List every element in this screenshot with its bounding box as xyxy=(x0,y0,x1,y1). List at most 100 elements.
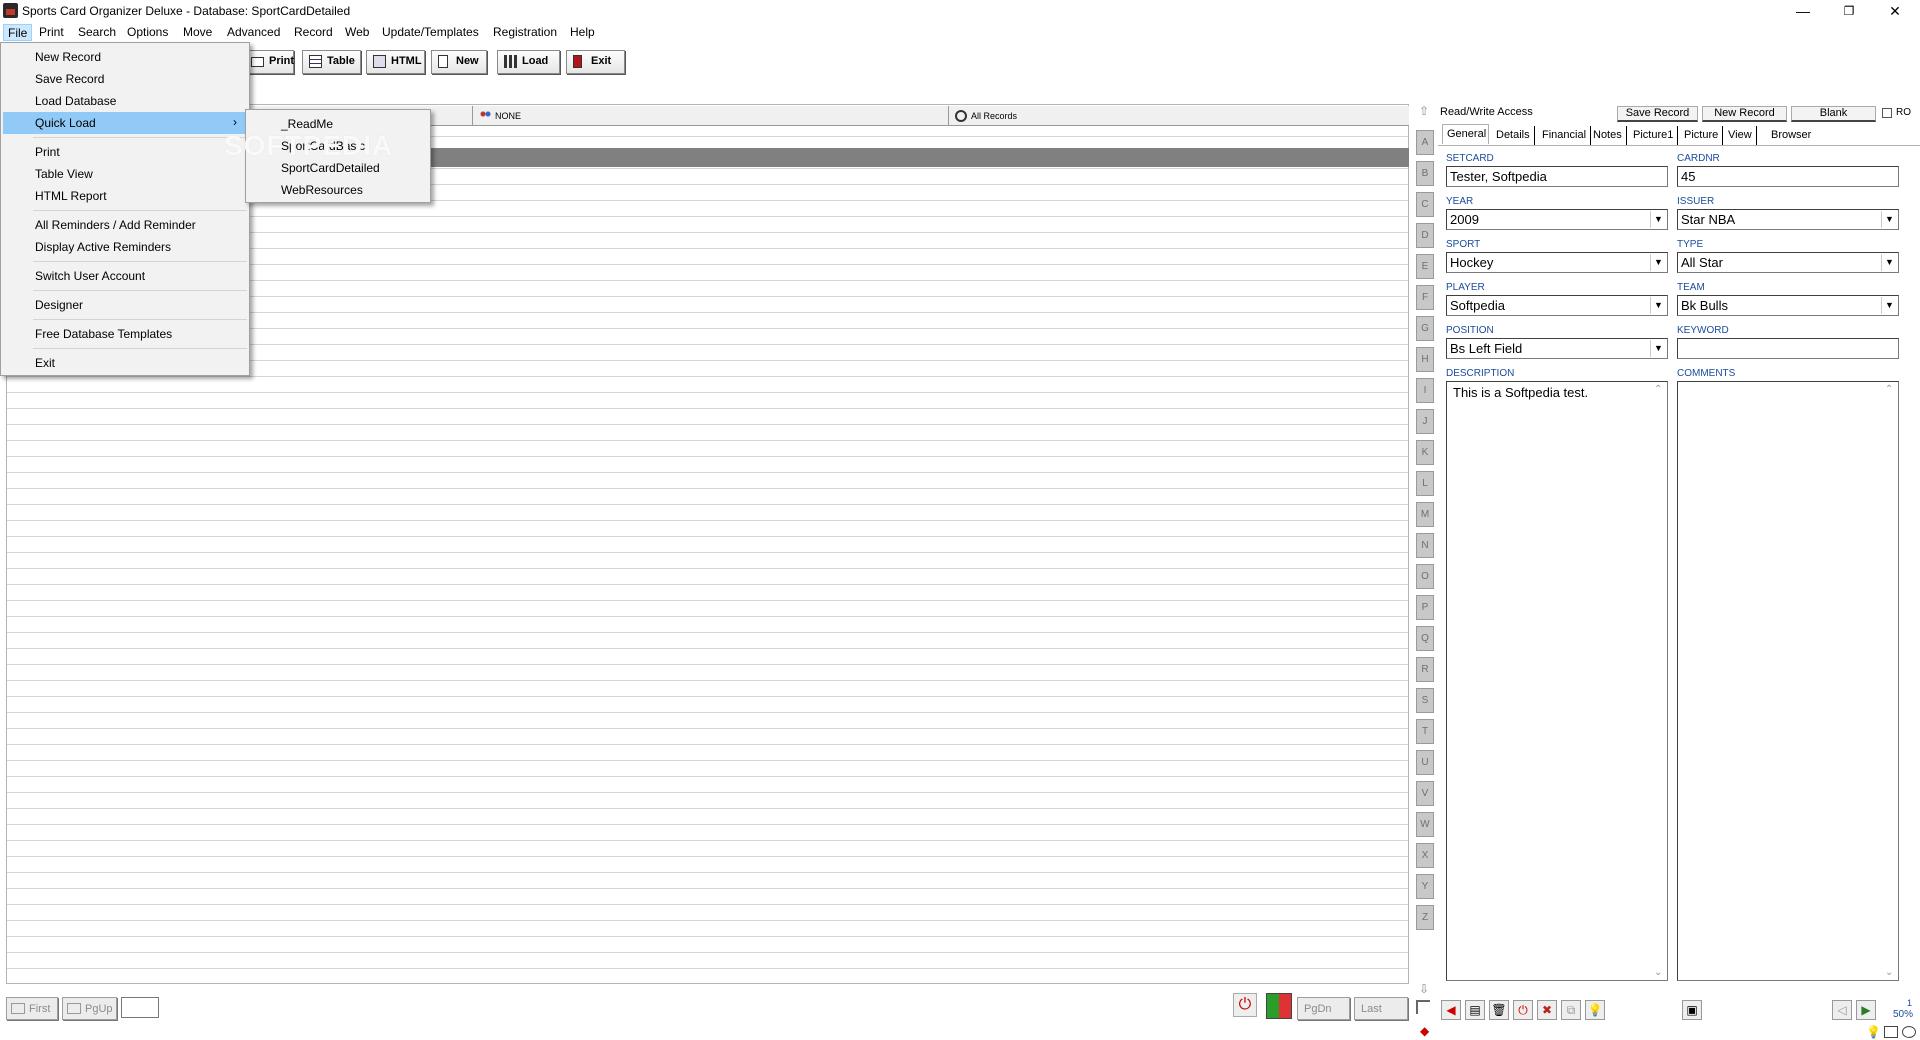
back-arrow-icon[interactable]: ◀ xyxy=(1441,1000,1461,1020)
issuer-dropdown[interactable]: Star NBA ▼ xyxy=(1677,209,1899,230)
alpha-button-h[interactable]: H xyxy=(1416,347,1434,372)
camera-icon[interactable]: ▶ xyxy=(1856,1000,1876,1020)
quick-load-webresources[interactable]: WebResources xyxy=(248,179,428,201)
keyword-field[interactable] xyxy=(1677,338,1899,359)
menu-html-report[interactable]: HTML Report xyxy=(3,185,247,207)
menu-designer[interactable]: Designer xyxy=(3,294,247,316)
alpha-button-b[interactable]: B xyxy=(1416,161,1434,186)
menu-free-templates[interactable]: Free Database Templates xyxy=(3,323,247,345)
tab-picture[interactable]: Picture xyxy=(1680,126,1724,146)
color-grid-icon[interactable] xyxy=(1266,993,1292,1019)
position-dropdown[interactable]: Bs Left Field ▼ xyxy=(1446,338,1668,359)
menu-web[interactable]: Web xyxy=(341,24,373,41)
close-button[interactable]: ✕ xyxy=(1872,0,1918,22)
player-dropdown[interactable]: Softpedia ▼ xyxy=(1446,295,1668,316)
new-button[interactable]: New xyxy=(431,50,487,74)
alpha-button-d[interactable]: D xyxy=(1416,223,1434,248)
menu-all-reminders[interactable]: All Reminders / Add Reminder xyxy=(3,214,247,236)
alpha-button-f[interactable]: F xyxy=(1416,285,1434,310)
sport-dropdown[interactable]: Hockey ▼ xyxy=(1446,252,1668,273)
tab-browser[interactable]: Browser xyxy=(1767,126,1815,146)
minimize-button[interactable]: — xyxy=(1780,0,1826,22)
image-export-icon[interactable]: ▣ xyxy=(1682,1000,1702,1020)
menu-file[interactable]: File xyxy=(3,24,33,41)
alpha-button-x[interactable]: X xyxy=(1416,843,1434,868)
filter-all-cell[interactable]: All Records xyxy=(948,106,1409,126)
alpha-button-c[interactable]: C xyxy=(1416,192,1434,217)
year-dropdown[interactable]: 2009 ▼ xyxy=(1446,209,1668,230)
alpha-button-a[interactable]: A xyxy=(1416,130,1434,155)
blank-button[interactable]: Blank xyxy=(1791,106,1876,122)
alpha-button-q[interactable]: Q xyxy=(1416,626,1434,651)
alpha-button-n[interactable]: N xyxy=(1416,533,1434,558)
description-textarea[interactable]: This is a Softpedia test. ⌃ ⌄ xyxy=(1446,381,1668,981)
new-record-button[interactable]: New Record xyxy=(1702,106,1787,122)
chevron-down-icon[interactable]: ▼ xyxy=(1881,297,1897,314)
exit-button[interactable]: Exit xyxy=(566,50,625,74)
tab-picture1[interactable]: Picture1 xyxy=(1629,126,1679,146)
type-dropdown[interactable]: All Star ▼ xyxy=(1677,252,1899,273)
trash-icon[interactable]: 🗑 xyxy=(1489,1000,1509,1020)
menu-update-templates[interactable]: Update/Templates xyxy=(378,24,483,41)
alpha-button-o[interactable]: O xyxy=(1416,564,1434,589)
save-record-button[interactable]: Save Record xyxy=(1617,106,1698,122)
copy-record-icon[interactable]: ⧉ xyxy=(1561,1000,1581,1020)
tab-view[interactable]: View xyxy=(1724,126,1757,146)
alpha-button-g[interactable]: G xyxy=(1416,316,1434,341)
alpha-button-l[interactable]: L xyxy=(1416,471,1434,496)
alpha-button-j[interactable]: J xyxy=(1416,409,1434,434)
first-button[interactable]: First xyxy=(6,997,58,1020)
page-number-input[interactable] xyxy=(121,997,159,1018)
chevron-down-icon[interactable]: ▼ xyxy=(1881,254,1897,271)
menu-table-view[interactable]: Table View xyxy=(3,163,247,185)
menu-options[interactable]: Options xyxy=(123,24,172,41)
print-record-icon[interactable]: ▤ xyxy=(1465,1000,1485,1020)
menu-search[interactable]: Search xyxy=(74,24,120,41)
chevron-down-icon[interactable]: ▼ xyxy=(1650,297,1666,314)
menu-advanced[interactable]: Advanced xyxy=(223,24,284,41)
alpha-button-u[interactable]: U xyxy=(1416,750,1434,775)
alpha-button-m[interactable]: M xyxy=(1416,502,1434,527)
maximize-button[interactable]: ❐ xyxy=(1826,0,1872,22)
html-button[interactable]: HTML xyxy=(366,50,425,74)
tab-financial[interactable]: Financial xyxy=(1538,126,1592,146)
alpha-button-w[interactable]: W xyxy=(1416,812,1434,837)
setcard-field[interactable]: Tester, Softpedia xyxy=(1446,166,1668,187)
alarm-icon[interactable]: ⏻ xyxy=(1233,993,1257,1017)
tab-notes[interactable]: Notes xyxy=(1589,126,1627,146)
scroll-up-icon[interactable]: ⇧ xyxy=(1419,104,1429,118)
print-button[interactable]: Print xyxy=(244,50,294,74)
comments-scrollbar[interactable]: ⌃ ⌄ xyxy=(1882,382,1898,980)
ro-checkbox[interactable] xyxy=(1882,108,1892,118)
menu-load-database[interactable]: Load Database xyxy=(3,90,247,112)
reminder-icon[interactable]: ⏻ xyxy=(1513,1000,1533,1020)
description-scrollbar[interactable]: ⌃ ⌄ xyxy=(1651,382,1667,980)
lightbulb-icon[interactable]: 💡 xyxy=(1585,1000,1605,1020)
filter-none-cell[interactable]: NONE xyxy=(472,106,948,126)
load-button[interactable]: Load xyxy=(497,50,560,74)
alpha-button-e[interactable]: E xyxy=(1416,254,1434,279)
cardnr-field[interactable]: 45 xyxy=(1677,166,1899,187)
alpha-button-i[interactable]: I xyxy=(1416,378,1434,403)
alpha-button-t[interactable]: T xyxy=(1416,719,1434,744)
delete-record-icon[interactable]: ✖ xyxy=(1537,1000,1557,1020)
chevron-down-icon[interactable]: ▼ xyxy=(1650,340,1666,357)
alpha-button-k[interactable]: K xyxy=(1416,440,1434,465)
alpha-button-s[interactable]: S xyxy=(1416,688,1434,713)
menu-record[interactable]: Record xyxy=(290,24,337,41)
alpha-button-r[interactable]: R xyxy=(1416,657,1434,682)
team-dropdown[interactable]: Bk Bulls ▼ xyxy=(1677,295,1899,316)
menu-quick-load[interactable]: Quick Load › xyxy=(3,112,247,134)
chevron-down-icon[interactable]: ▼ xyxy=(1650,254,1666,271)
menu-exit[interactable]: Exit xyxy=(3,352,247,374)
chevron-down-icon[interactable]: ▼ xyxy=(1650,211,1666,228)
alpha-button-y[interactable]: Y xyxy=(1416,874,1434,899)
scroll-back-icon[interactable]: ◁ xyxy=(1832,1000,1852,1020)
pgdn-button[interactable]: PgDn xyxy=(1297,997,1350,1020)
menu-save-record[interactable]: Save Record xyxy=(3,68,247,90)
menu-new-record[interactable]: New Record xyxy=(3,46,247,68)
menu-print[interactable]: Print xyxy=(35,24,68,41)
tab-general[interactable]: General xyxy=(1442,124,1489,144)
scroll-down-icon[interactable]: ⇩ xyxy=(1419,982,1429,996)
table-button[interactable]: Table xyxy=(302,50,361,74)
